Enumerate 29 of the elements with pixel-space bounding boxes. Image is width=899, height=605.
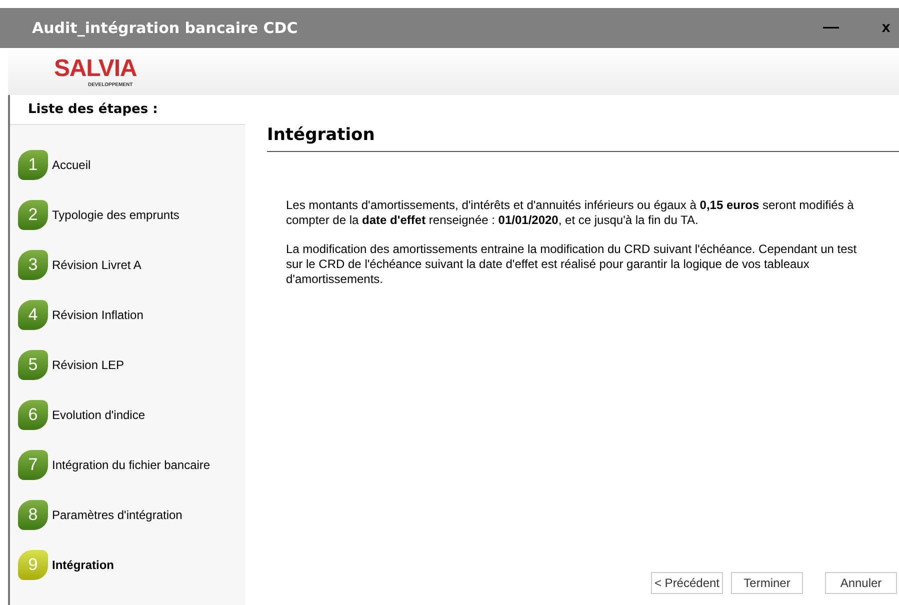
step-item[interactable]: 3 Révision Livret A — [18, 249, 245, 281]
step-item[interactable]: 4 Révision Inflation — [18, 299, 245, 331]
step-number: 9 — [18, 550, 48, 580]
close-button[interactable]: x — [879, 16, 893, 40]
step-number: 4 — [18, 300, 48, 330]
step-item[interactable]: 5 Révision LEP — [18, 349, 245, 381]
step-item[interactable]: 9 Intégration — [18, 549, 245, 581]
step-number: 6 — [18, 400, 48, 430]
window-title: Audit_intégration bancaire CDC — [32, 18, 299, 39]
step-number: 7 — [18, 450, 48, 480]
step-item[interactable]: 7 Intégration du fichier bancaire — [18, 449, 245, 481]
sidebar-title: Liste des étapes : — [28, 100, 158, 119]
page-heading: Intégration — [267, 125, 375, 145]
step-item[interactable]: 8 Paramètres d'intégration — [18, 499, 245, 531]
step-item[interactable]: 6 Evolution d'indice — [18, 399, 245, 431]
step-number: 2 — [18, 200, 48, 230]
logo-text: SALVIA — [54, 56, 137, 82]
step-number: 8 — [18, 500, 48, 530]
wizard-button[interactable]: Annuler — [825, 572, 897, 594]
step-number: 3 — [18, 250, 48, 280]
minimize-button[interactable]: — — [811, 16, 851, 40]
step-item[interactable]: 1 Accueil — [18, 149, 245, 181]
description-paragraph: La modification des amortissements entraine la modification du CRD suivant l'échéance. Cependant un test sur le CRD de l'échéance suivant la date d'effet est réalisé pour garantir la logique de vos tableaux d'amortissements. — [286, 242, 858, 286]
step-item[interactable]: 2 Typologie des emprunts — [18, 199, 245, 231]
wizard-button[interactable]: < Précédent — [651, 572, 723, 594]
step-number: 1 — [18, 150, 48, 180]
wizard-button[interactable]: Terminer — [731, 572, 803, 594]
description-paragraph: Les montants d'amortissements, d'intérêts et d'annuités inférieurs ou égaux à 0,15 euros seront modifiés à compter de la date d'effet renseignée : 01/01/2020, et ce jusqu'à la fin du TA. — [286, 198, 855, 228]
step-number: 5 — [18, 350, 48, 380]
